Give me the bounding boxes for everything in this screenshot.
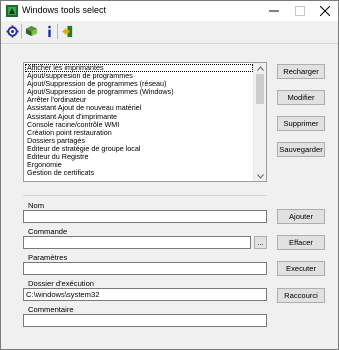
- list-scrollbar[interactable]: [253, 63, 266, 181]
- info-button[interactable]: [42, 24, 56, 38]
- separator: [23, 195, 267, 196]
- save-button[interactable]: Sauvegarder: [277, 142, 325, 157]
- parameters-field[interactable]: [23, 262, 267, 275]
- shortcut-button[interactable]: Raccourci: [277, 288, 325, 303]
- close-button[interactable]: [312, 1, 338, 21]
- toolbar-separator: [21, 24, 22, 39]
- comment-label: Commentaire: [28, 305, 74, 314]
- chevron-up-icon: [256, 65, 264, 71]
- gear-icon: [5, 24, 19, 38]
- modify-button[interactable]: Modifier: [277, 90, 325, 105]
- delete-button[interactable]: Supprimer: [277, 116, 325, 131]
- clear-button[interactable]: Effacer: [277, 235, 325, 250]
- maximize-button[interactable]: [287, 1, 313, 21]
- minimize-button[interactable]: [261, 1, 287, 21]
- exit-icon: [61, 25, 72, 37]
- command-label: Commande: [28, 227, 68, 236]
- help-book-button[interactable]: [24, 24, 38, 38]
- toolbar-separator: [57, 24, 58, 39]
- info-icon: [47, 25, 51, 37]
- list-item[interactable]: Gestion de certificats: [25, 169, 253, 177]
- command-field[interactable]: [23, 236, 251, 249]
- scroll-up-button[interactable]: [254, 63, 266, 73]
- working-dir-label: Dossier d'exécution: [28, 279, 95, 288]
- minimize-icon: [269, 10, 279, 12]
- tools-list-items: Afficher les imprimantes Ajout/suppresio…: [25, 63, 253, 177]
- browse-button[interactable]: ...: [254, 236, 267, 249]
- toolbar: [1, 21, 338, 44]
- working-dir-field[interactable]: C:\windows\system32: [23, 288, 267, 301]
- settings-button[interactable]: [5, 24, 19, 38]
- name-field[interactable]: [23, 210, 267, 223]
- scroll-down-button[interactable]: [254, 171, 266, 181]
- close-icon: [320, 6, 330, 16]
- exit-button[interactable]: [60, 24, 74, 38]
- parameters-label: Paramètres: [28, 253, 68, 262]
- name-label: Nom: [28, 201, 45, 210]
- book-icon: [25, 25, 37, 36]
- add-button[interactable]: Ajouter: [277, 209, 325, 224]
- scroll-thumb[interactable]: [256, 74, 264, 104]
- reload-button[interactable]: Recharger: [277, 64, 325, 79]
- chevron-down-icon: [256, 173, 264, 179]
- title-bar: Windows tools select: [1, 1, 338, 21]
- app-icon: [6, 5, 18, 17]
- window-title: Windows tools select: [22, 5, 107, 15]
- execute-button[interactable]: Executer: [277, 261, 325, 276]
- app-window: Windows tools select Afficher les imprim…: [0, 0, 339, 350]
- maximize-icon: [295, 6, 305, 16]
- comment-field[interactable]: [23, 314, 267, 327]
- tools-list[interactable]: Afficher les imprimantes Ajout/suppresio…: [23, 62, 267, 182]
